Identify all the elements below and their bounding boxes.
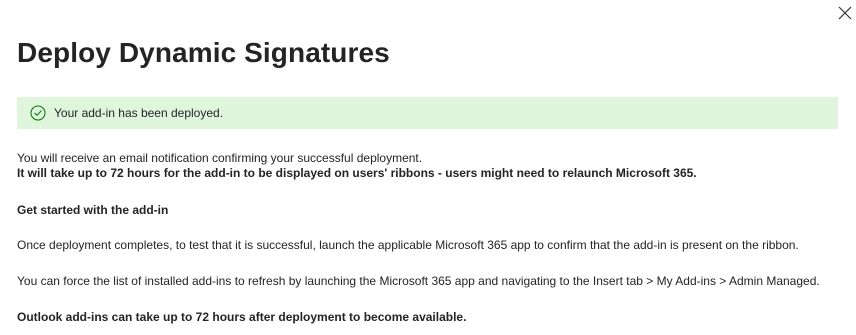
email-notification-text: You will receive an email notification c… [17,151,423,165]
refresh-instructions-text: You can force the list of installed add-… [17,274,820,288]
success-banner: Your add-in has been deployed. [17,97,838,129]
deploy-dialog: Deploy Dynamic Signatures Your add-in ha… [0,0,856,335]
get-started-heading: Get started with the add-in [17,203,169,217]
outlook-notice-text: Outlook add-ins can take up to 72 hours … [17,310,467,324]
banner-message: Your add-in has been deployed. [54,106,224,120]
close-icon [838,6,852,20]
test-instructions-text: Once deployment completes, to test that … [17,238,799,252]
close-button[interactable] [836,4,854,22]
dialog-title: Deploy Dynamic Signatures [17,37,390,68]
ribbon-notice-text: It will take up to 72 hours for the add-… [17,166,697,180]
checkmark-circle-icon [30,105,46,121]
